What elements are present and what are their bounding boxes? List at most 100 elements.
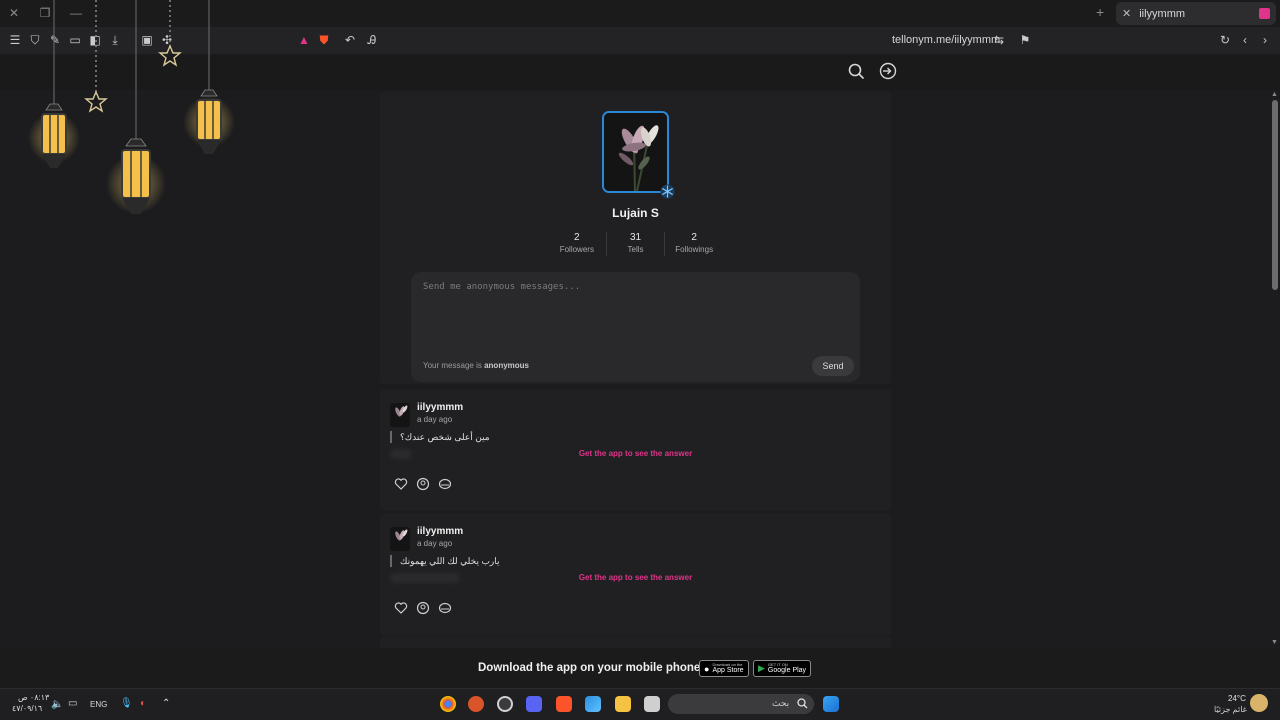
heart-icon[interactable] <box>394 601 408 615</box>
share-icon[interactable] <box>416 601 430 615</box>
back-icon[interactable]: ‹ <box>1237 32 1253 48</box>
undo-close-icon[interactable]: ↶ <box>342 32 358 48</box>
taskbar-search[interactable] <box>668 694 814 714</box>
brave-rewards-icon[interactable]: ▲ <box>296 32 312 48</box>
stat-value: 2 <box>691 232 697 243</box>
extensions-icon[interactable]: ✣ <box>159 32 175 48</box>
weather-icon[interactable] <box>1250 694 1268 712</box>
avatar[interactable] <box>390 403 410 427</box>
app-store-button[interactable]: ● Download on the App Store <box>699 660 749 677</box>
microphone-icon[interactable]: 🎙 <box>120 698 133 709</box>
comment-icon[interactable] <box>438 477 452 491</box>
translate-icon[interactable]: Ꭿ <box>364 32 380 48</box>
volume-icon[interactable]: 🔈 <box>51 699 63 710</box>
heart-icon[interactable] <box>394 477 408 491</box>
site-header <box>0 54 1280 90</box>
comment-icon[interactable] <box>438 601 452 615</box>
weather-description[interactable]: غائم جزئيًا <box>1214 705 1247 714</box>
taskbar-search-text: بحث <box>772 698 790 708</box>
sidebar-icon[interactable]: ◧ <box>87 32 103 48</box>
profile-name: Lujain S <box>612 206 659 220</box>
anonymous-note-strong: anonymous <box>484 361 529 370</box>
close-window-icon[interactable]: ✕ <box>6 6 22 20</box>
clock-date[interactable]: ٤٧/٠٩/١٦ <box>12 704 42 713</box>
apple-icon: ● <box>704 663 710 674</box>
stat-followings[interactable]: 2 Followings <box>664 232 723 256</box>
tell-timestamp: a day ago <box>417 539 453 548</box>
stat-tells[interactable]: 31 Tells <box>605 232 665 256</box>
tab-favicon-icon <box>1259 8 1270 19</box>
url-text[interactable]: tellonym.me/iilyymmm <box>892 34 1000 46</box>
app-store-small: Download on the <box>712 661 743 667</box>
download-icon[interactable]: ⤓ <box>107 32 123 48</box>
tell-question: يارب يخلي لك اللي يهمونك <box>390 555 500 567</box>
tab-title: iilyymmm <box>1139 7 1186 20</box>
scroll-down-icon[interactable]: ▼ <box>1271 639 1278 646</box>
store-icon[interactable] <box>585 696 601 712</box>
brave-icon[interactable] <box>556 696 572 712</box>
tell-timestamp: a day ago <box>417 415 453 424</box>
anonymous-message-box: Your message is anonymous Send <box>411 272 860 382</box>
share-icon[interactable] <box>416 477 430 491</box>
stat-followers[interactable]: 2 Followers <box>548 232 606 256</box>
steam-icon[interactable] <box>497 696 513 712</box>
network-icon[interactable]: ▭ <box>68 698 77 709</box>
shield-icon[interactable]: ⛉ <box>27 32 43 48</box>
avatar[interactable] <box>390 527 410 551</box>
wallet-icon[interactable]: ▭ <box>67 32 83 48</box>
anonymous-note-prefix: Your message is <box>423 361 482 370</box>
brave-shields-icon[interactable]: ⛊ <box>316 32 332 48</box>
show-hidden-icons-icon[interactable]: ⌃ <box>162 698 170 709</box>
tell-username[interactable]: iilyymmm <box>417 526 463 537</box>
restore-window-icon[interactable]: ❐ <box>37 6 53 20</box>
tell-question: مين أعلى شخص عندك؟ <box>390 431 490 443</box>
bookmark-icon[interactable]: ⚑ <box>1017 32 1033 48</box>
anonymous-message-input[interactable] <box>423 282 843 352</box>
tell-actions <box>394 477 452 491</box>
google-play-button[interactable]: ▶ GET IT ON Google Play <box>753 660 812 677</box>
app-window-icon[interactable] <box>644 696 660 712</box>
tell-card: iilyymmm a day ago يارب يخلي لك اللي يهم… <box>380 513 891 635</box>
windows-start-icon[interactable] <box>823 696 839 712</box>
stat-label: Followers <box>559 245 594 254</box>
scrollbar-thumb[interactable] <box>1272 100 1278 290</box>
app-store-big: App Store <box>712 666 744 674</box>
stat-value: 31 <box>629 232 642 243</box>
discord-icon[interactable] <box>526 696 542 712</box>
new-tab-button[interactable]: + <box>1096 4 1104 20</box>
chrome-icon[interactable] <box>440 696 456 712</box>
pen-icon[interactable]: ✎ <box>47 32 63 48</box>
windows-taskbar <box>0 688 1280 720</box>
avatar-image <box>390 403 410 427</box>
language-indicator[interactable]: ENG <box>90 700 107 709</box>
login-icon[interactable] <box>879 62 897 80</box>
reload-icon[interactable]: ↻ <box>1217 32 1233 48</box>
stat-label: Tells <box>627 245 644 254</box>
minimize-window-icon[interactable]: — <box>68 6 84 20</box>
app-orange-icon[interactable] <box>468 696 484 712</box>
tab-close-icon[interactable]: ✕ <box>1122 7 1131 20</box>
get-app-link[interactable]: Get the app to see the answer <box>380 449 891 458</box>
tab-groups-icon[interactable]: ▣ <box>139 32 155 48</box>
tell-card-partial <box>380 636 891 648</box>
menu-icon[interactable]: ☰ <box>7 32 23 48</box>
send-button[interactable]: Send <box>812 356 854 376</box>
site-settings-icon[interactable]: ⇆ <box>991 32 1007 48</box>
search-icon[interactable] <box>847 62 865 80</box>
google-play-icon: ▶ <box>758 663 765 673</box>
active-tab[interactable]: ✕ iilyymmm <box>1116 2 1276 25</box>
file-explorer-icon[interactable] <box>615 696 631 712</box>
get-app-link[interactable]: Get the app to see the answer <box>380 573 891 582</box>
scroll-up-icon[interactable]: ▲ <box>1271 91 1278 98</box>
google-play-big: Google Play <box>767 666 807 674</box>
clock-time[interactable]: ٠٨:١٣ ص <box>18 693 49 702</box>
forward-icon[interactable]: › <box>1257 32 1273 48</box>
download-app-text: Download the app on your mobile phone <box>478 662 701 674</box>
snowflake-badge-icon <box>660 184 675 199</box>
stat-value: 2 <box>574 232 580 243</box>
tell-username[interactable]: iilyymmm <box>417 402 463 413</box>
tell-actions <box>394 601 452 615</box>
weather-temperature[interactable]: 24°C <box>1228 694 1246 703</box>
meet-icon[interactable]: ◐ <box>140 698 146 709</box>
profile-avatar[interactable] <box>602 111 669 193</box>
